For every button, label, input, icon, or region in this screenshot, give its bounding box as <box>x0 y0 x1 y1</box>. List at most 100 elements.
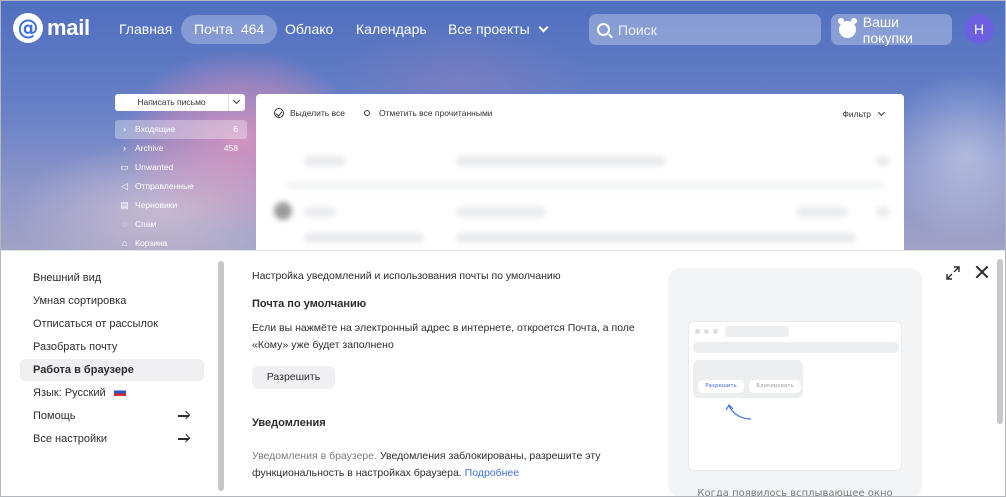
menu-browser[interactable]: Работа в браузере <box>20 359 204 381</box>
mail-unread-count: 464 <box>240 21 265 37</box>
list-item[interactable] <box>456 207 546 217</box>
expand-icon[interactable] <box>946 266 960 280</box>
browser-illustration: Разрешить Блокировать Когда появилось вс… <box>668 268 922 497</box>
logo-text: mail <box>47 15 90 40</box>
bear-icon <box>838 18 857 38</box>
at-sign-icon: @ <box>13 13 43 43</box>
menu-label: Работа в браузере <box>33 364 134 376</box>
list-item[interactable] <box>286 182 886 189</box>
menu-all-settings[interactable]: Все настройки <box>20 428 204 450</box>
nav-calendar[interactable]: Календарь <box>356 15 427 44</box>
scrollbar-thumb[interactable] <box>997 259 1003 424</box>
menu-label: Разобрать почту <box>33 341 118 353</box>
folder-label: Входящие <box>135 124 176 134</box>
menu-label: Отписаться от рассылок <box>33 318 158 330</box>
menu-appearance[interactable]: Внешний вид <box>20 267 204 289</box>
spam-icon: ◌ <box>121 219 128 229</box>
illustration-block-button: Блокировать <box>749 380 801 393</box>
folder-unwanted[interactable]: ▭ Unwanted <box>115 158 247 177</box>
folder-spam[interactable]: ◌ Спам <box>115 215 247 234</box>
learn-more-link[interactable]: Подробнее <box>465 467 519 479</box>
folder-drafts[interactable]: ▤ Черновики <box>115 196 247 215</box>
nav-cloud[interactable]: Облако <box>285 15 333 44</box>
select-all-button[interactable]: Выделить все <box>274 108 345 118</box>
menu-label: Язык: Русский <box>33 387 106 399</box>
folder-count: 6 <box>233 124 238 134</box>
curved-arrow-icon <box>725 404 752 420</box>
folder-label: Корзина <box>135 238 168 248</box>
filter-button[interactable]: Фильтр <box>842 109 884 119</box>
list-item[interactable] <box>304 233 424 243</box>
list-item[interactable] <box>456 233 856 243</box>
nav-all-projects[interactable]: Все проекты <box>448 15 549 44</box>
sent-icon: ◁ <box>121 181 128 191</box>
trash-icon: ⌂ <box>121 238 128 248</box>
settings-content: Настройка уведомлений и использования по… <box>252 251 652 496</box>
close-icon[interactable] <box>975 265 989 279</box>
mail-logo[interactable]: @ mail <box>13 13 90 43</box>
search-placeholder: Поиск <box>618 21 657 38</box>
default-mail-text: Если вы нажмёте на электронный адрес в и… <box>252 322 635 351</box>
folder-label: Отправленные <box>135 181 194 191</box>
list-item[interactable] <box>304 156 346 166</box>
folder-inbox[interactable]: › Входящие 6 <box>115 120 247 139</box>
folder-label: Черновики <box>135 200 178 210</box>
menu-help[interactable]: Помощь <box>20 405 204 427</box>
content-scrollbar[interactable] <box>997 259 1003 493</box>
menu-label: Умная сортировка <box>33 295 127 307</box>
notifications-text: Уведомления в браузере. Уведомления забл… <box>252 448 652 482</box>
compose-button[interactable]: Написать письмо <box>115 94 245 111</box>
mark-all-read-button[interactable]: Отметить все прочитанными <box>364 108 493 118</box>
folder-label: Archive <box>135 143 164 153</box>
illustration-allow-button: Разрешить <box>698 380 744 393</box>
purchases-button[interactable]: Ваши покупки <box>831 13 952 46</box>
settings-menu: Внешний вид Умная сортировка Отписаться … <box>1 251 219 496</box>
list-item[interactable] <box>796 207 848 217</box>
chevron-right-icon: › <box>123 124 126 134</box>
nav-label: Главная <box>119 21 173 37</box>
check-circle-icon <box>274 108 284 118</box>
top-bar: @ mail Главная Почта 464 Облако Календарь… <box>1 1 1005 57</box>
address-bar-illustration <box>725 326 789 337</box>
notifications-title: Уведомления <box>252 417 326 429</box>
menu-unsubscribe[interactable]: Отписаться от рассылок <box>20 313 204 335</box>
nav-mail[interactable]: Почта 464 <box>181 15 278 44</box>
search-input[interactable]: Поиск <box>589 14 821 45</box>
nav-label: Все проекты <box>448 21 530 37</box>
list-toolbar: Выделить все Отметить все прочитанными Ф… <box>256 94 904 132</box>
window-dot <box>704 329 709 334</box>
scrollbar-thumb[interactable] <box>218 261 224 491</box>
allow-button[interactable]: Разрешить <box>252 366 335 389</box>
menu-label: Все настройки <box>33 433 108 445</box>
menu-label: Внешний вид <box>33 272 102 284</box>
list-item[interactable] <box>876 207 890 217</box>
menu-smart-sorting[interactable]: Умная сортировка <box>20 290 204 312</box>
menu-language[interactable]: Язык: Русский <box>20 382 204 404</box>
russia-flag-icon <box>113 388 126 397</box>
toolbar-illustration <box>693 342 899 353</box>
illustration-caption: Когда появилось всплывающее окно <box>697 488 893 497</box>
avatar[interactable]: Н <box>964 14 994 44</box>
nav-home[interactable]: Главная <box>119 15 172 44</box>
notifications-muted: Уведомления в браузере. <box>252 450 378 462</box>
menu-label: Помощь <box>33 410 76 422</box>
nav-label: Облако <box>285 21 334 37</box>
purchases-label: Ваши покупки <box>862 13 913 46</box>
circle-icon <box>364 110 370 116</box>
browser-window-illustration: Разрешить Блокировать <box>688 321 902 471</box>
settings-panel: Внешний вид Умная сортировка Отписаться … <box>1 250 1005 496</box>
menu-scrollbar[interactable] <box>218 259 224 493</box>
list-item[interactable] <box>304 207 336 217</box>
nav-label: Почта <box>194 21 233 37</box>
list-item[interactable] <box>456 156 666 166</box>
chevron-right-icon: › <box>123 143 126 153</box>
folder-sent[interactable]: ◁ Отправленные <box>115 177 247 196</box>
chevron-down-icon[interactable] <box>228 94 245 111</box>
compose-label: Написать письмо <box>137 97 206 107</box>
folder-archive[interactable]: › Archive 458 <box>115 139 247 158</box>
chevron-down-icon <box>538 22 549 33</box>
menu-sort-mail[interactable]: Разобрать почту <box>20 336 204 358</box>
folder-list: › Входящие 6 › Archive 458 ▭ Unwanted ◁ Отправ… <box>115 120 247 253</box>
folder-icon: ▭ <box>120 162 129 172</box>
list-item[interactable] <box>876 156 890 166</box>
